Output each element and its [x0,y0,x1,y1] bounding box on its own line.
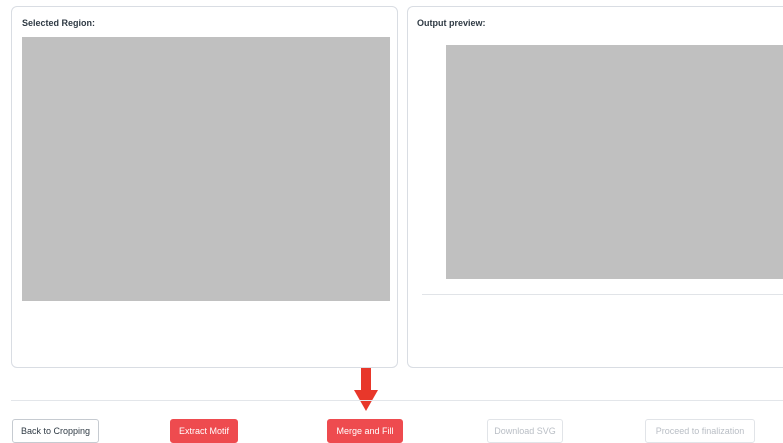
selected-region-title: Selected Region: [22,18,96,28]
page: Selected Region: Output preview: Back to… [0,0,783,443]
output-preview-divider [422,294,783,295]
arrow-down-icon [354,368,378,411]
merge-and-fill-button[interactable]: Merge and Fill [327,419,403,443]
selected-region-panel: Selected Region: [11,6,398,368]
output-preview-panel: Output preview: [407,6,783,368]
back-to-cropping-button[interactable]: Back to Cropping [12,419,99,443]
output-preview-image [446,45,783,279]
output-preview-title: Output preview: [417,18,486,28]
download-svg-button[interactable]: Download SVG [487,419,563,443]
proceed-to-finalization-button[interactable]: Proceed to finalization [645,419,755,443]
selected-region-image [22,37,390,301]
extract-motif-button[interactable]: Extract Motif [170,419,238,443]
actions-divider [11,400,783,401]
